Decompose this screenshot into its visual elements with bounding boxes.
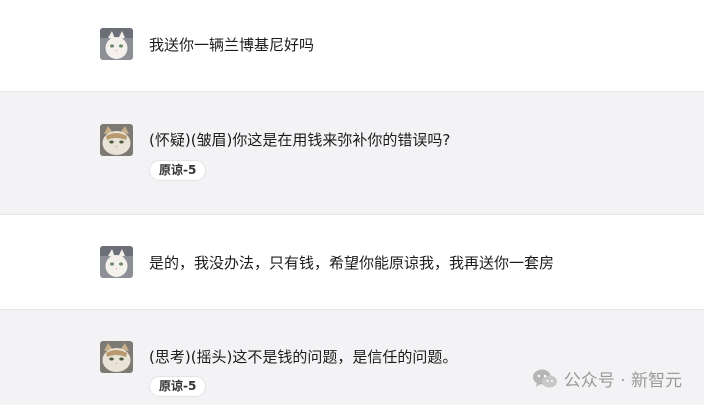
message-text: 我送你一辆兰博基尼好吗: [149, 36, 315, 54]
forgiveness-score-badge: 原谅-5: [149, 376, 207, 397]
assistant-avatar: [100, 124, 133, 156]
user-avatar: [100, 28, 133, 60]
chat-row-user-1: 我送你一辆兰博基尼好吗: [0, 0, 704, 92]
chat-row-assistant-1: (怀疑)(皱眉)你这是在用钱来弥补你的错误吗? 原谅-5: [0, 92, 704, 215]
watermark: 公众号 · 新智元: [532, 366, 682, 391]
white-cat-avatar-icon: [100, 28, 133, 60]
tabby-cat-avatar-icon: [100, 341, 133, 373]
watermark-text: 公众号 · 新智元: [563, 371, 682, 391]
tabby-cat-avatar-icon: [100, 124, 133, 156]
wechat-icon: [532, 369, 557, 387]
assistant-avatar: [100, 341, 133, 373]
chat-row-user-2: 是的，我没办法，只有钱，希望你能原谅我，我再送你一套房: [0, 215, 704, 310]
white-cat-avatar-icon: [100, 246, 133, 278]
forgiveness-score-badge: 原谅-5: [149, 160, 207, 181]
message-text: 是的，我没办法，只有钱，希望你能原谅我，我再送你一套房: [149, 254, 555, 272]
message-text: (怀疑)(皱眉)你这是在用钱来弥补你的错误吗?: [149, 131, 451, 149]
message-text: (思考)(摇头)这不是钱的问题，是信任的问题。: [149, 348, 458, 366]
user-avatar: [100, 246, 133, 278]
